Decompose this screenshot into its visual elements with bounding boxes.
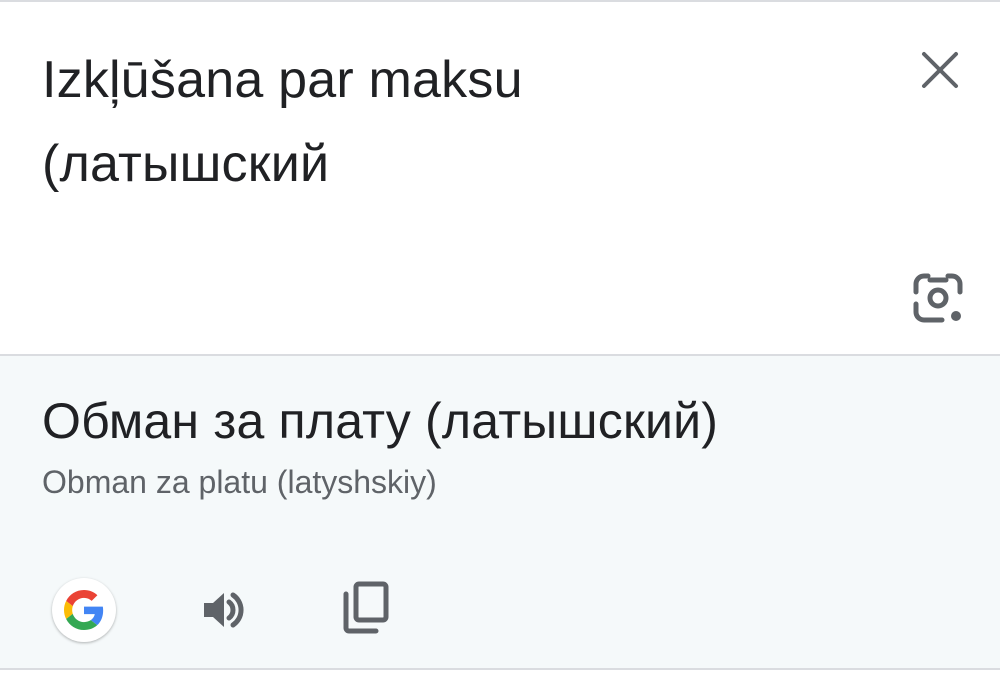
speaker-icon	[204, 592, 244, 628]
transliteration-text: Obman za platu (latyshskiy)	[42, 464, 437, 500]
google-logo-icon	[64, 590, 104, 630]
translate-card: Izkļūšana par maksu (латышский Обман за …	[0, 0, 1000, 678]
close-icon	[922, 52, 958, 88]
source-panel: Izkļūšana par maksu (латышский	[0, 2, 1000, 354]
result-panel: Обман за плату (латышский) Obman za plat…	[0, 356, 1000, 668]
source-text-line-1: Izkļūšana par maksu	[42, 51, 523, 109]
bottom-divider	[0, 668, 1000, 670]
source-text-line-2: (латышский	[42, 135, 330, 193]
source-text[interactable]: Izkļūšana par maksu (латышский	[42, 38, 862, 206]
open-in-google-translate-button[interactable]	[52, 578, 116, 642]
copy-button[interactable]	[334, 576, 398, 640]
camera-lens-icon	[913, 273, 963, 323]
close-button[interactable]	[912, 42, 968, 98]
translation-text[interactable]: Обман за плату (латышский)	[42, 386, 718, 456]
result-actions	[0, 570, 1000, 650]
camera-lens-button[interactable]	[906, 266, 970, 330]
listen-button[interactable]	[190, 578, 254, 642]
copy-icon	[343, 581, 389, 634]
